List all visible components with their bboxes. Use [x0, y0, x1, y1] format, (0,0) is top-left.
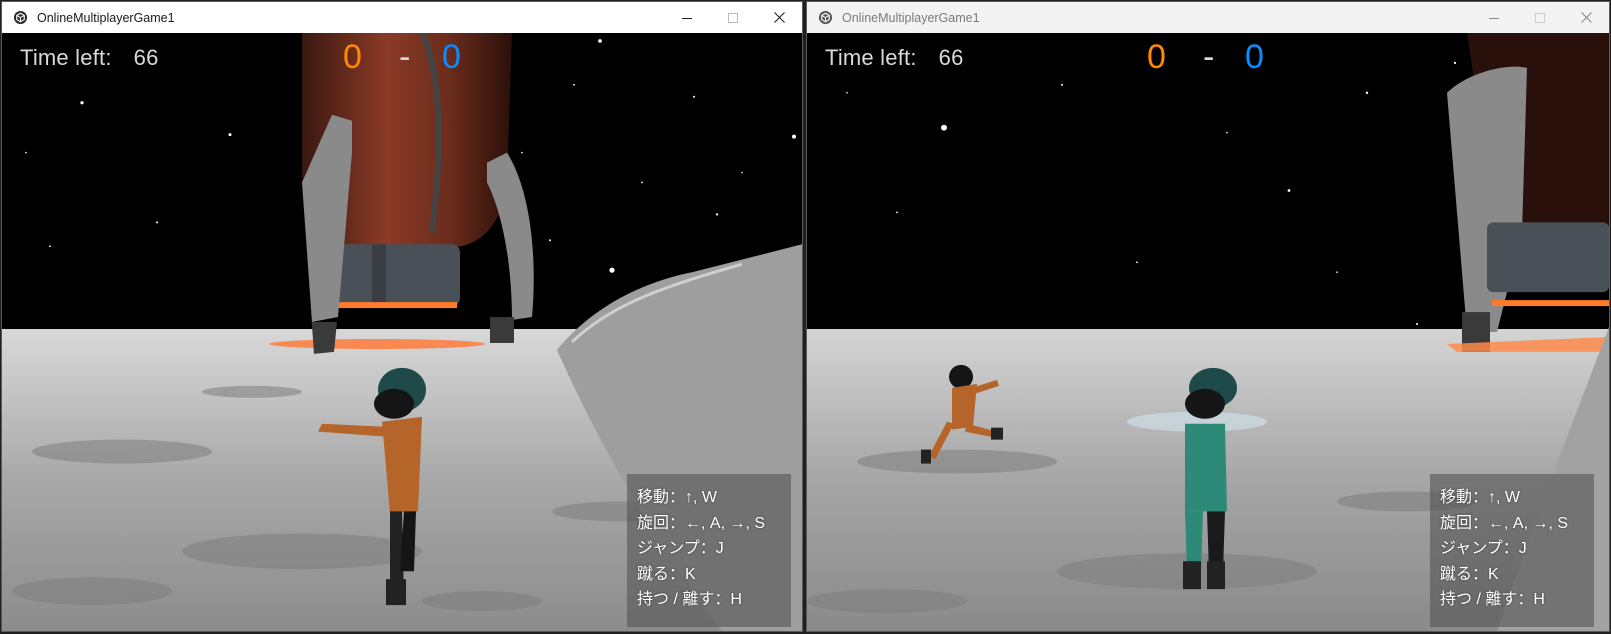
game-window-right[interactable]: OnlineMultiplayerGame1 Time left: 66 0 -…	[806, 1, 1610, 632]
title-bar[interactable]: OnlineMultiplayerGame1	[2, 2, 802, 33]
game-viewport[interactable]: Time left: 66 0 - 0 移動：↑, W 旋回：←, A, →, S…	[807, 33, 1609, 631]
help-move: 移動：↑, W	[1440, 489, 1520, 506]
close-button[interactable]	[1563, 2, 1609, 33]
time-left-label: Time left:	[825, 45, 917, 70]
close-icon	[1580, 12, 1592, 23]
help-hold: 持つ / 離す：H	[637, 591, 742, 609]
unity-app-icon	[12, 10, 28, 26]
window-title: OnlineMultiplayerGame1	[37, 10, 175, 25]
time-left-value: 66	[938, 45, 964, 70]
help-turn: 旋回：←, A, →, S	[1440, 514, 1569, 532]
time-left-label: Time left:	[20, 45, 112, 70]
score-orange: 0	[343, 38, 362, 76]
help-kick: 蹴る：K	[637, 565, 696, 583]
score-blue: 0	[442, 38, 461, 76]
minimize-button[interactable]	[1471, 2, 1517, 33]
maximize-button[interactable]	[710, 2, 756, 33]
help-jump: ジャンプ：J	[637, 540, 724, 558]
close-button[interactable]	[756, 2, 802, 33]
time-left-display: Time left: 66	[20, 45, 159, 71]
maximize-icon	[1535, 12, 1545, 23]
rocket-engine	[332, 244, 460, 307]
maximize-icon	[728, 12, 738, 23]
controls-help-panel: 移動：↑, W 旋回：←, A, →, S ジャンプ：J 蹴る：K 持つ / 離…	[1430, 474, 1594, 627]
help-hold: 持つ / 離す：H	[1440, 591, 1545, 609]
minimize-icon	[1489, 17, 1499, 19]
rocket-engine	[1487, 222, 1609, 293]
controls-help-panel: 移動：↑, W 旋回：←, A, →, S ジャンプ：J 蹴る：K 持つ / 離…	[627, 474, 791, 627]
unity-app-icon	[817, 10, 833, 26]
time-left-display: Time left: 66	[825, 45, 964, 71]
score-dash: -	[399, 38, 411, 76]
help-move: 移動：↑, W	[637, 489, 717, 506]
score-blue: 0	[1245, 38, 1264, 76]
score-orange: 0	[1147, 38, 1166, 76]
window-title: OnlineMultiplayerGame1	[842, 10, 980, 25]
time-left-value: 66	[133, 45, 159, 70]
score-dash: -	[1203, 38, 1215, 76]
minimize-button[interactable]	[664, 2, 710, 33]
maximize-button[interactable]	[1517, 2, 1563, 33]
title-bar[interactable]: OnlineMultiplayerGame1	[807, 2, 1609, 33]
game-window-left[interactable]: OnlineMultiplayerGame1 Time left: 66 0 -…	[1, 1, 803, 632]
help-turn: 旋回：←, A, →, S	[637, 514, 766, 532]
minimize-icon	[682, 17, 692, 19]
help-jump: ジャンプ：J	[1440, 540, 1527, 558]
close-icon	[773, 12, 785, 23]
help-kick: 蹴る：K	[1440, 565, 1499, 583]
game-viewport[interactable]: Time left: 66 0 - 0 移動：↑, W 旋回：←, A, →, S…	[2, 33, 802, 631]
